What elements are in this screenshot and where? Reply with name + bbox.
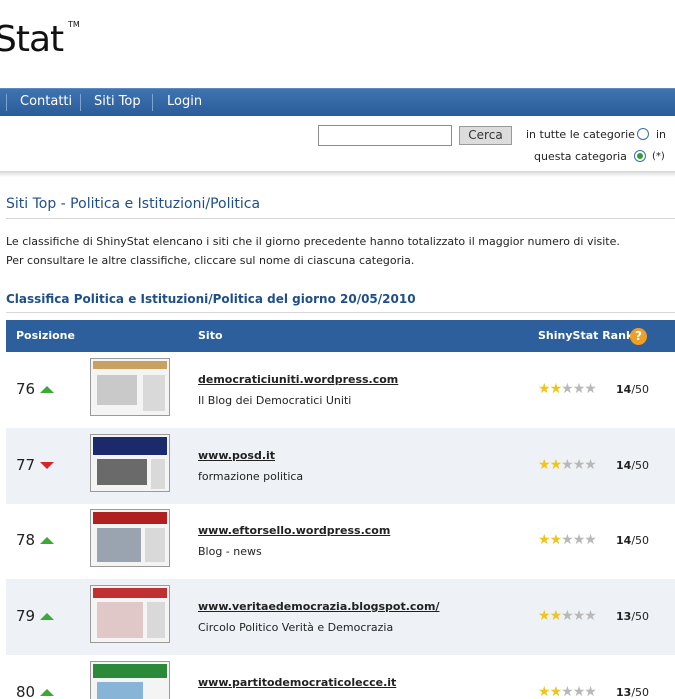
star-icon: ★ xyxy=(572,608,586,624)
site-url-link[interactable]: www.veritaedemocrazia.blogspot.com/ xyxy=(198,600,439,613)
thumb-header xyxy=(93,437,167,455)
star-icon: ★ xyxy=(561,381,574,397)
site-url-link[interactable]: www.eftorsello.wordpress.com xyxy=(198,524,390,537)
title-rule xyxy=(6,218,675,219)
trend-down-icon xyxy=(40,462,54,469)
star-icon: ★ xyxy=(538,381,551,397)
header-rank: ShinyStat Rank xyxy=(538,329,634,342)
nav-separator xyxy=(6,94,7,111)
header-site: Sito xyxy=(198,329,223,342)
star-icon: ★ xyxy=(572,457,586,473)
site-thumbnail[interactable] xyxy=(90,434,170,492)
star-icon: ★ xyxy=(561,532,574,548)
intro-text-2: Per consultare le altre classifiche, cli… xyxy=(6,254,415,267)
radio-all-categories[interactable] xyxy=(637,128,649,140)
thumb-header xyxy=(93,588,167,598)
star-icon: ★ xyxy=(538,532,551,548)
star-icon: ★ xyxy=(584,381,597,397)
rank-stars: ★★★★★ xyxy=(538,684,597,699)
star-icon: ★ xyxy=(572,532,586,548)
ranking-table-header: Posizione Sito ShinyStat Rank ? xyxy=(6,320,675,352)
site-description: Circolo Politico Verità e Democrazia xyxy=(198,621,394,634)
site-url-link[interactable]: www.partitodemocraticolecce.it xyxy=(198,676,396,689)
trend-up-icon xyxy=(40,386,54,393)
logo-text: Stat xyxy=(0,19,64,60)
rank-stars: ★★★★★ xyxy=(538,381,597,397)
rank-stars: ★★★★★ xyxy=(538,608,597,624)
row-position: 76 xyxy=(16,380,36,398)
ranking-row: 79 www.veritaedemocrazia.blogspot.com/ C… xyxy=(6,579,675,655)
trademark-mark: TM xyxy=(68,20,80,29)
nav-separator xyxy=(80,94,81,111)
star-icon: ★ xyxy=(538,684,551,699)
intro-text-1: Le classifiche di ShinyStat elencano i s… xyxy=(6,235,620,248)
site-description: Il Blog dei Democratici Uniti xyxy=(198,394,352,407)
search-input[interactable] xyxy=(318,125,452,146)
thumb-header xyxy=(93,664,167,678)
row-position: 77 xyxy=(16,456,36,474)
search-option-this-label: questa categoria xyxy=(534,150,627,163)
thumb-header xyxy=(93,361,167,369)
ranking-row: 80 www.partitodemocraticolecce.it ★★★★★ … xyxy=(6,655,675,699)
star-half-icon: ★ xyxy=(549,381,563,397)
star-half-icon: ★ xyxy=(549,457,563,473)
star-icon: ★ xyxy=(584,684,597,699)
ranking-row: 76 democraticiuniti.wordpress.com Il Blo… xyxy=(6,352,675,428)
star-icon: ★ xyxy=(572,381,586,397)
trend-up-icon xyxy=(40,613,54,620)
nav-item-contatti[interactable]: Contatti xyxy=(20,89,72,116)
nav-item-login[interactable]: Login xyxy=(167,89,202,116)
subtitle-rule xyxy=(6,312,675,313)
star-icon: ★ xyxy=(561,684,574,699)
rank-stars: ★★★★★ xyxy=(538,457,597,473)
site-thumbnail[interactable] xyxy=(90,585,170,643)
nav-separator xyxy=(152,94,153,111)
search-button[interactable]: Cerca xyxy=(459,126,512,145)
help-icon[interactable]: ? xyxy=(630,328,647,345)
rank-score: 13/50 xyxy=(616,686,650,699)
star-icon: ★ xyxy=(584,457,597,473)
site-url-link[interactable]: democraticiuniti.wordpress.com xyxy=(198,373,398,386)
search-option-note: (*) xyxy=(652,151,665,162)
shinystat-logo[interactable]: Stat TM xyxy=(0,16,80,64)
search-option-all-label: in tutte le categorie xyxy=(526,128,635,141)
star-icon: ★ xyxy=(538,457,551,473)
trend-up-icon xyxy=(40,537,54,544)
ranking-row: 77 www.posd.it formazione politica ★★★★★… xyxy=(6,428,675,504)
header-divider xyxy=(0,171,675,177)
row-position: 80 xyxy=(16,683,36,699)
site-url-link[interactable]: www.posd.it xyxy=(198,449,275,462)
top-navigation-bar: Contatti Siti Top Login xyxy=(0,88,675,116)
search-option-in-label: in xyxy=(656,128,667,141)
site-description: formazione politica xyxy=(198,470,304,483)
rank-score: 14/50 xyxy=(616,459,650,472)
page-title: Siti Top - Politica e Istituzioni/Politi… xyxy=(6,196,261,212)
site-thumbnail[interactable] xyxy=(90,509,170,567)
trend-up-icon xyxy=(40,689,54,696)
header-position: Posizione xyxy=(16,329,75,342)
star-half-icon: ★ xyxy=(549,608,563,624)
rank-score: 14/50 xyxy=(616,383,650,396)
row-position: 79 xyxy=(16,607,36,625)
site-description: Blog - news xyxy=(198,545,262,558)
ranking-row: 78 www.eftorsello.wordpress.com Blog - n… xyxy=(6,503,675,579)
star-icon: ★ xyxy=(584,532,597,548)
site-thumbnail[interactable] xyxy=(90,661,170,699)
star-icon: ★ xyxy=(561,608,574,624)
site-thumbnail[interactable] xyxy=(90,358,170,416)
rank-score: 14/50 xyxy=(616,534,650,547)
rank-stars: ★★★★★ xyxy=(538,532,597,548)
star-half-icon: ★ xyxy=(549,684,563,699)
thumb-header xyxy=(93,512,167,524)
radio-this-category[interactable] xyxy=(634,150,646,162)
star-half-icon: ★ xyxy=(549,532,563,548)
star-icon: ★ xyxy=(538,608,551,624)
star-icon: ★ xyxy=(561,457,574,473)
star-icon: ★ xyxy=(584,608,597,624)
rank-score: 13/50 xyxy=(616,610,650,623)
star-icon: ★ xyxy=(572,684,586,699)
nav-item-siti-top[interactable]: Siti Top xyxy=(94,89,141,116)
row-position: 78 xyxy=(16,531,36,549)
ranking-subtitle: Classifica Politica e Istituzioni/Politi… xyxy=(6,292,416,306)
